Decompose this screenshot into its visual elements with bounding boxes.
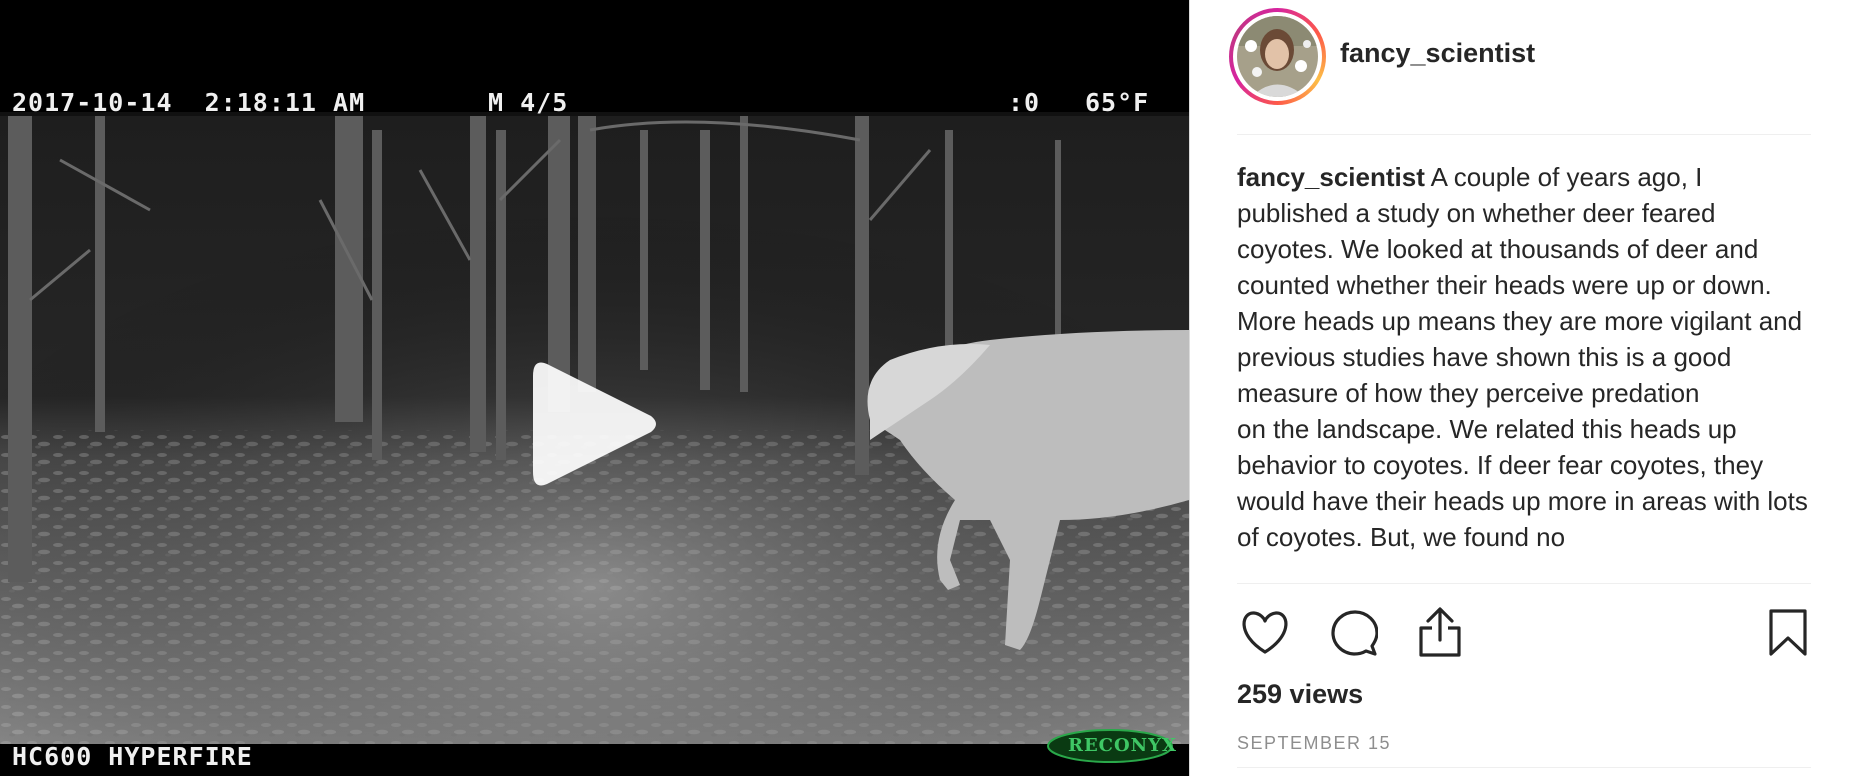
video-player[interactable]: 2017-10-14 2:18:11 AM M 4/5 :0 65°F HC60… [0,0,1189,776]
caption-username[interactable]: fancy_scientist [1237,162,1425,192]
heart-icon[interactable] [1240,610,1290,656]
view-count[interactable]: 259 views [1237,679,1363,710]
post-date[interactable]: SEPTEMBER 15 [1237,733,1391,754]
caption-divider [1237,583,1811,584]
osd-frame: M 4/5 [488,88,569,117]
post-author-username[interactable]: fancy_scientist [1340,38,1535,69]
avatar[interactable] [1237,16,1318,97]
osd-temperature: 65°F [1085,88,1150,117]
osd-timestamp: 2017-10-14 2:18:11 AM [12,88,366,117]
share-icon[interactable] [1418,606,1462,658]
play-icon[interactable] [533,358,659,490]
caption-text-1: A couple of years ago, I published a stu… [1237,162,1803,408]
osd-brand: RECONYX [1068,735,1177,756]
osd-camera-model: HC600 HYPERFIRE [12,742,253,771]
footer-divider [1237,767,1811,768]
bookmark-icon[interactable] [1768,608,1808,658]
osd-moon: :0 [1008,88,1041,117]
post-caption: fancy_scientist A couple of years ago, I… [1237,159,1811,586]
comment-icon[interactable] [1330,609,1378,657]
header-divider [1237,134,1811,135]
caption-paragraph-1: fancy_scientist A couple of years ago, I… [1237,159,1811,411]
caption-paragraph-2: on the landscape. We related this heads … [1237,414,1808,552]
